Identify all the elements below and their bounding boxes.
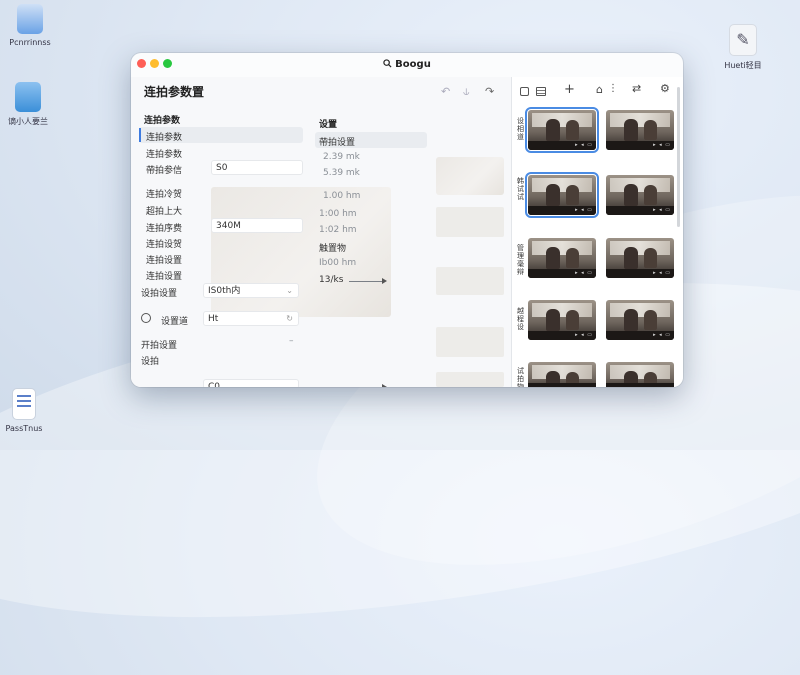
value-text: 13/ks bbox=[319, 275, 344, 285]
selection-indicator bbox=[139, 128, 141, 142]
square-icon[interactable] bbox=[520, 87, 529, 96]
gallery-pane: + ⌂ ⋮ ⇄ ⚙ 设相道 韩试试 管理毫辩 越程设 试拍物 ▸ ◂ ▭ ▸ ◂… bbox=[511, 77, 683, 387]
value-text: 1:00 hm bbox=[319, 209, 357, 219]
settings-icon[interactable]: ⚙ bbox=[660, 82, 670, 95]
field-value: Ht bbox=[208, 314, 219, 324]
window-title: Boogu bbox=[395, 59, 431, 70]
field-value: C0 bbox=[208, 382, 221, 387]
slider-track[interactable] bbox=[349, 281, 383, 282]
search-icon bbox=[383, 59, 392, 68]
value-field[interactable]: 340M bbox=[211, 218, 303, 233]
slider-handle[interactable] bbox=[382, 278, 387, 284]
clock-icon bbox=[141, 313, 151, 323]
list-item[interactable]: 连拍设置 bbox=[146, 269, 182, 282]
side-label: 韩试试 bbox=[517, 177, 524, 201]
value-text: 1:02 hm bbox=[319, 225, 357, 235]
split-icon[interactable]: ⫝ bbox=[463, 85, 470, 99]
page-title: 连拍参数置 bbox=[144, 85, 205, 99]
value-text: 5.39 mk bbox=[323, 168, 360, 178]
redo-icon[interactable]: ↷ bbox=[485, 85, 494, 98]
card-icon[interactable] bbox=[536, 87, 546, 96]
desktop-icon-document[interactable]: PassTnus bbox=[0, 388, 52, 433]
thumbnail[interactable] bbox=[606, 362, 674, 387]
undo-icon[interactable]: ↶ bbox=[441, 85, 450, 98]
title-bar[interactable]: Boogu bbox=[131, 53, 683, 77]
list-item[interactable]: 连拍设贺 bbox=[146, 237, 182, 250]
thumbnail[interactable] bbox=[528, 362, 596, 387]
background-thumb bbox=[436, 372, 504, 387]
plus-icon[interactable]: + bbox=[564, 82, 575, 97]
desktop-icon-app[interactable]: 谪小人要兰 bbox=[0, 82, 56, 127]
bottom-field[interactable]: C0 bbox=[203, 379, 299, 387]
background-thumb bbox=[436, 207, 504, 237]
list-item[interactable]: 帶拍参信 bbox=[146, 163, 182, 176]
list-item[interactable]: 连拍冷贺 bbox=[146, 187, 182, 200]
thumbnail[interactable]: ▸ ◂ ▭ bbox=[525, 172, 599, 218]
list-item[interactable]: 设拍设置 bbox=[141, 286, 177, 299]
thumbnail[interactable]: ▸ ◂ ▭ bbox=[606, 238, 674, 278]
side-label: 越程设 bbox=[517, 307, 524, 331]
list-item[interactable]: 触置物 bbox=[319, 241, 346, 254]
desktop-icon-label: PassTnus bbox=[5, 424, 43, 433]
collapse-icon[interactable]: – bbox=[289, 336, 294, 346]
thumbnail[interactable]: ▸ ◂ ▭ bbox=[606, 110, 674, 150]
chevron-down-icon: ⌄ bbox=[286, 286, 293, 295]
more-icon[interactable]: ⋮ bbox=[608, 83, 618, 94]
thumbnail[interactable]: ▸ ◂ ▭ bbox=[606, 175, 674, 215]
field-value: S0 bbox=[216, 163, 228, 173]
desktop-icon-label: 谪小人要兰 bbox=[8, 117, 48, 126]
app-window: Boogu 连拍参数置 ↶ ⫝ ↷ 连拍参数 连拍参数 连拍参数 帶拍参信 S0… bbox=[131, 53, 683, 387]
list-item[interactable]: 帶拍设置 bbox=[319, 135, 355, 148]
list-item[interactable]: 超拍上大 bbox=[146, 204, 182, 217]
thumbnail[interactable]: ▸ ◂ ▭ bbox=[525, 107, 599, 153]
list-item[interactable]: 设拍 bbox=[141, 354, 159, 367]
value-text: 2.39 mk bbox=[323, 152, 360, 162]
desktop-icon-finder[interactable]: Pcnrrinnss bbox=[2, 4, 58, 47]
window-title-wrap: Boogu bbox=[131, 59, 683, 70]
section-title: 连拍参数 bbox=[144, 116, 181, 126]
side-label: 试拍物 bbox=[517, 367, 524, 387]
thumbnail[interactable]: ▸ ◂ ▭ bbox=[528, 238, 596, 278]
list-item[interactable]: 连拍参数 bbox=[146, 130, 182, 143]
scrollbar[interactable] bbox=[677, 87, 680, 227]
document-icon bbox=[12, 388, 36, 420]
refresh-icon[interactable]: ↻ bbox=[286, 312, 293, 326]
sync-icon[interactable]: ⇄ bbox=[632, 82, 641, 95]
side-label: 管理毫辩 bbox=[517, 244, 524, 276]
list-item[interactable]: 连拍设置 bbox=[146, 253, 182, 266]
side-label: 设相道 bbox=[517, 117, 524, 141]
home-icon[interactable]: ⌂ bbox=[596, 83, 603, 96]
value-text: 1.00 hm bbox=[323, 191, 361, 201]
app-icon bbox=[17, 4, 43, 34]
field-value: 340M bbox=[216, 221, 241, 231]
app-icon bbox=[15, 82, 41, 112]
field-value: IS0th内 bbox=[208, 286, 241, 296]
value-text: Ib00 hm bbox=[319, 258, 357, 268]
background-thumb bbox=[436, 267, 504, 295]
list-item[interactable]: 连拍序费 bbox=[146, 221, 182, 234]
background-thumb bbox=[436, 157, 504, 195]
desktop-icon-pen[interactable]: ✎ Hueti轻目 bbox=[715, 24, 771, 71]
thumbnail[interactable]: ▸ ◂ ▭ bbox=[528, 300, 596, 340]
value-field[interactable]: S0 bbox=[211, 160, 303, 175]
pen-icon: ✎ bbox=[729, 24, 757, 56]
select-field[interactable]: IS0th内 ⌄ bbox=[203, 283, 299, 298]
background-thumb bbox=[436, 327, 504, 357]
setting-field[interactable]: Ht ↻ bbox=[203, 311, 299, 326]
settings-pane: 连拍参数置 ↶ ⫝ ↷ 连拍参数 连拍参数 连拍参数 帶拍参信 S0 连拍冷贺 … bbox=[131, 77, 511, 387]
list-item[interactable]: 开拍设置 bbox=[141, 338, 177, 351]
setting-label: 设置道 bbox=[161, 317, 189, 327]
section-title: 设置 bbox=[319, 120, 338, 130]
list-item[interactable]: 连拍参数 bbox=[146, 147, 182, 160]
thumbnail[interactable]: ▸ ◂ ▭ bbox=[606, 300, 674, 340]
desktop-icon-label: Pcnrrinnss bbox=[9, 38, 51, 47]
slider-handle[interactable] bbox=[382, 384, 387, 387]
desktop-icon-label: Hueti轻目 bbox=[724, 61, 762, 70]
